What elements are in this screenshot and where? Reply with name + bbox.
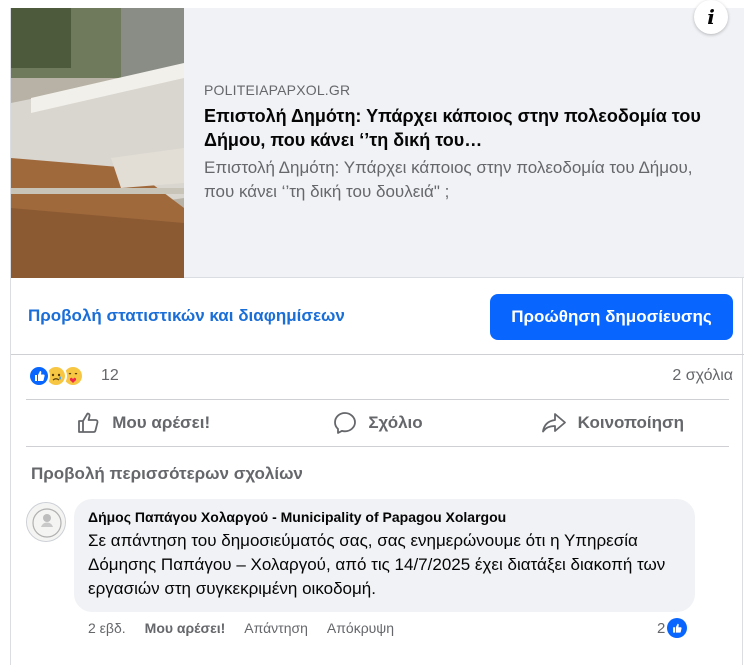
comment-count[interactable]: 2 σχόλια (672, 367, 733, 385)
preview-headline[interactable]: Επιστολή Δημότη: Υπάρχει κάποιος στην πο… (204, 104, 724, 152)
like-button[interactable]: Μου αρέσει! (26, 400, 260, 446)
boost-post-button[interactable]: Προώθηση δημοσίευσης (490, 294, 733, 340)
reactions-summary: 12 2 σχόλια (11, 355, 744, 399)
comment-button-label: Σχόλιο (368, 413, 423, 432)
link-preview[interactable]: POLITEIAPAPXOL.GR Επιστολή Δημότη: Υπάρχ… (11, 0, 744, 278)
comment-button[interactable]: Σχόλιο (260, 400, 494, 446)
view-more-comments[interactable]: Προβολή περισσότερων σχολίων (31, 464, 303, 484)
post-card: POLITEIAPAPXOL.GR Επιστολή Δημότη: Υπάρχ… (10, 0, 744, 665)
comment-reactions[interactable]: 2 (657, 618, 688, 638)
like-reaction-icon (667, 618, 688, 638)
promo-row: Προβολή στατιστικών και διαφημίσεων Προώ… (11, 278, 744, 355)
like-button-label: Μου αρέσει! (112, 413, 211, 432)
comment-like-button[interactable]: Μου αρέσει! (145, 620, 226, 636)
share-icon (541, 413, 566, 433)
share-button-label: Κοινοποίηση (577, 413, 685, 432)
comment-bubble: Δήμος Παπάγου Χολαργού - Municipality of… (74, 499, 695, 612)
comment-timestamp[interactable]: 2 εβδ. (88, 620, 126, 636)
comment-actions: 2 εβδ. Μου αρέσει! Απάντηση Απόκρυψη (88, 620, 394, 636)
comment-like-count: 2 (657, 619, 666, 637)
reaction-count[interactable]: 12 (101, 367, 119, 385)
info-icon[interactable]: i (694, 0, 728, 34)
view-insights-link[interactable]: Προβολή στατιστικών και διαφημίσεων (28, 306, 345, 326)
comment-reply-button[interactable]: Απάντηση (244, 620, 308, 636)
preview-description: Επιστολή Δημότη: Υπάρχει κάποιος στην πο… (204, 158, 693, 201)
like-reaction-icon (28, 365, 50, 387)
share-button[interactable]: Κοινοποίηση (495, 400, 729, 446)
comment-icon (334, 412, 357, 434)
thumbs-up-icon (78, 412, 99, 433)
preview-image (11, 8, 184, 278)
preview-domain: POLITEIAPAPXOL.GR (204, 82, 351, 98)
preview-thumbnail[interactable] (11, 8, 184, 278)
comment-text: Σε απάντηση του δημοσιεύματός σας, σας ε… (88, 531, 666, 598)
commenter-avatar[interactable] (26, 502, 66, 542)
comment-hide-button[interactable]: Απόκρυψη (327, 620, 394, 636)
municipality-logo (27, 503, 65, 541)
comment-author[interactable]: Δήμος Παπάγου Χολαργού - Municipality of… (88, 509, 681, 525)
preview-meta: POLITEIAPAPXOL.GR Επιστολή Δημότη: Υπάρχ… (204, 82, 724, 204)
post-action-bar: Μου αρέσει! Σχόλιο Κοινοποίηση (26, 399, 729, 447)
